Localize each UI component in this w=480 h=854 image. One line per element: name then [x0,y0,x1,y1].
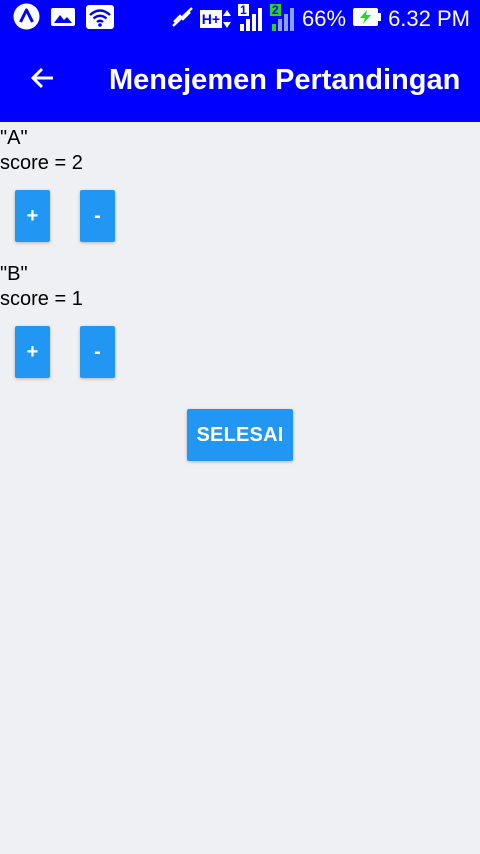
team-b-minus-button[interactable]: - [80,326,115,378]
arrow-left-icon [29,66,55,95]
wifi-icon [86,4,114,34]
team-a-score: score = 2 [0,152,83,174]
team-a-name: "A" [0,127,28,149]
gallery-icon [50,6,76,33]
team-b-name: "B" [0,263,28,285]
signal-sim1-icon: 1 [238,4,264,32]
app-a-icon [13,3,40,35]
finish-button[interactable]: SELESAI [187,409,293,461]
network-h-plus-icon: H+ [199,8,232,30]
signal-sim2-icon: 2 [270,4,296,32]
page-title: Menejemen Pertandingan [109,63,461,96]
team-b-score: score = 1 [0,288,83,310]
team-a-minus-button[interactable]: - [80,190,115,242]
team-a-plus-button[interactable]: + [15,190,50,242]
team-b-plus-button[interactable]: + [15,326,50,378]
battery-percent: 66% [302,6,347,31]
muted-icon [170,6,194,33]
battery-charging-icon [352,7,382,32]
clock: 6.32 PM [388,6,470,31]
status-bar: H+ 1 2 66% 6.32 PM [0,0,480,38]
team-a-block: "A" score = 2 [0,126,83,176]
back-button[interactable] [15,53,69,107]
team-b-block: "B" score = 1 [0,262,83,312]
app-bar: Menejemen Pertandingan [0,38,480,122]
